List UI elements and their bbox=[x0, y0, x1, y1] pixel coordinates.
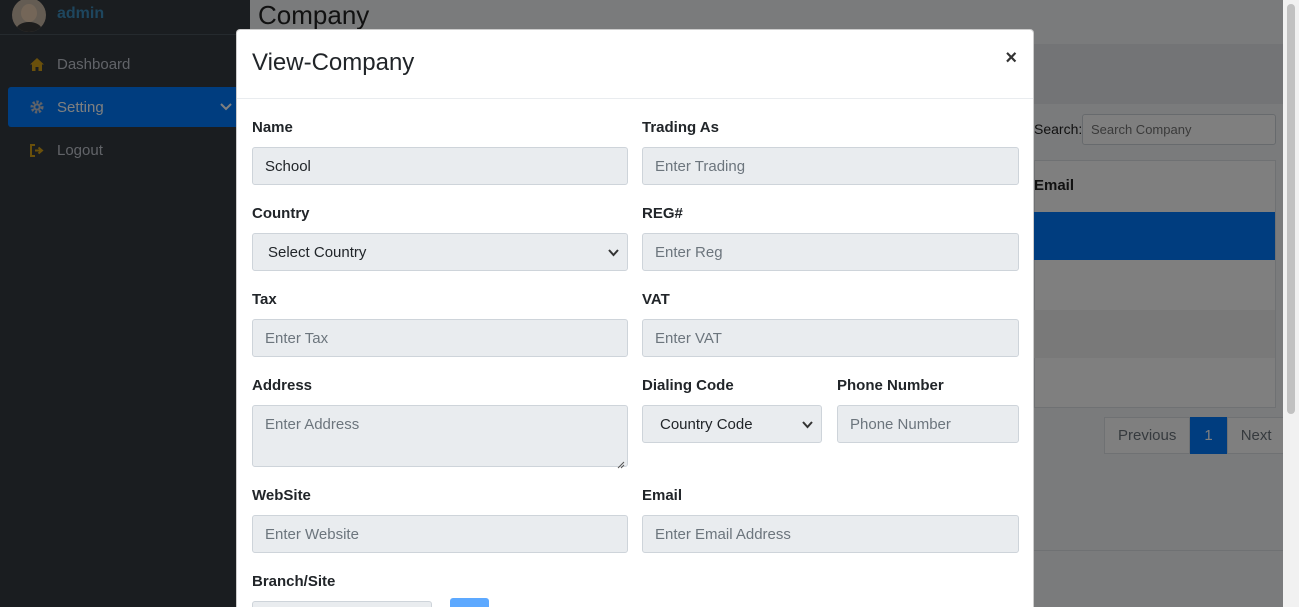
trading-as-field[interactable]: Enter Trading bbox=[642, 147, 1019, 185]
tax-field[interactable]: Enter Tax bbox=[252, 319, 628, 357]
email-label: Email bbox=[642, 487, 683, 504]
phone-label: Phone Number bbox=[837, 377, 944, 394]
dialing-code-label: Dialing Code bbox=[642, 377, 734, 394]
add-branch-button[interactable] bbox=[450, 598, 489, 607]
chevron-down-icon bbox=[802, 418, 813, 435]
name-label: Name bbox=[252, 119, 293, 136]
branch-field[interactable] bbox=[252, 601, 432, 607]
country-select[interactable]: Select Country bbox=[252, 233, 628, 271]
phone-field[interactable]: Phone Number bbox=[837, 405, 1019, 443]
modal-header: View-Company × bbox=[237, 30, 1033, 99]
email-field[interactable]: Enter Email Address bbox=[642, 515, 1019, 553]
website-field[interactable]: Enter Website bbox=[252, 515, 628, 553]
branch-label: Branch/Site bbox=[252, 573, 336, 590]
trading-as-label: Trading As bbox=[642, 119, 719, 136]
view-company-modal: View-Company × Name School Trading As En… bbox=[236, 29, 1034, 607]
resize-handle-icon[interactable] bbox=[617, 456, 625, 469]
reg-field[interactable]: Enter Reg bbox=[642, 233, 1019, 271]
vat-label: VAT bbox=[642, 291, 670, 308]
website-label: WebSite bbox=[252, 487, 311, 504]
address-field[interactable]: Enter Address bbox=[252, 405, 628, 469]
name-field[interactable]: School bbox=[252, 147, 628, 185]
country-label: Country bbox=[252, 205, 310, 222]
address-label: Address bbox=[252, 377, 313, 394]
reg-label: REG# bbox=[642, 205, 683, 222]
scrollbar-thumb[interactable] bbox=[1287, 4, 1295, 414]
modal-title: View-Company bbox=[252, 49, 415, 76]
tax-label: Tax bbox=[252, 291, 277, 308]
dialing-code-select[interactable]: Country Code bbox=[642, 405, 822, 443]
close-button[interactable]: × bbox=[1005, 47, 1017, 70]
vat-field[interactable]: Enter VAT bbox=[642, 319, 1019, 357]
dialing-code-value: Country Code bbox=[660, 415, 753, 433]
country-select-value: Select Country bbox=[268, 243, 367, 261]
chevron-down-icon bbox=[608, 246, 619, 263]
address-placeholder: Enter Address bbox=[265, 416, 360, 433]
